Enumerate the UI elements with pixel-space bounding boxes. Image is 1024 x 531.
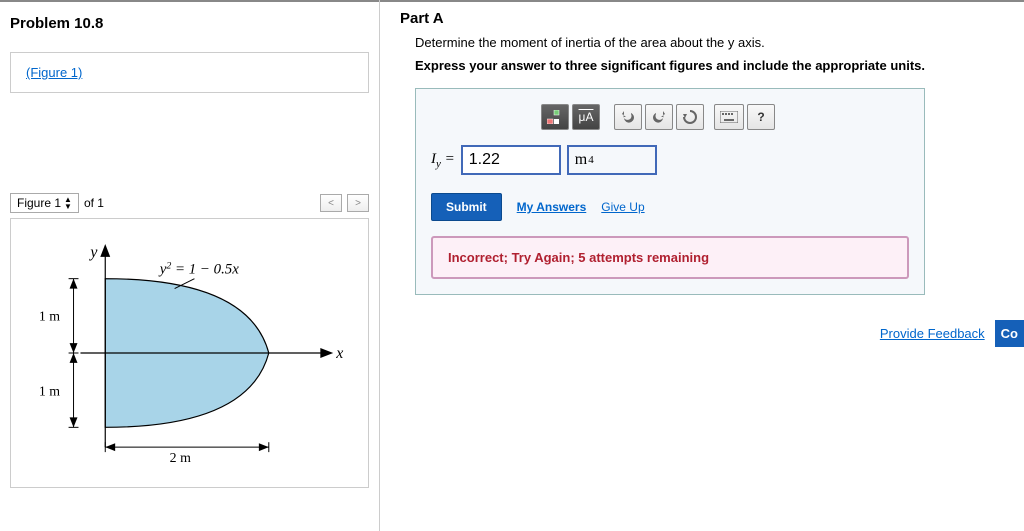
- part-title: Part A: [400, 10, 1004, 27]
- answer-box: μA ? Iy =: [415, 88, 925, 295]
- figure-select[interactable]: Figure 1 ▲▼: [10, 193, 79, 213]
- right-panel: Part A Determine the moment of inertia o…: [380, 0, 1024, 531]
- problem-title: Problem 10.8: [0, 10, 379, 42]
- redo-icon: [652, 111, 666, 123]
- template-button[interactable]: [541, 104, 569, 130]
- provide-feedback-link[interactable]: Provide Feedback: [880, 326, 985, 341]
- give-up-link[interactable]: Give Up: [601, 200, 644, 214]
- variable-label: Iy =: [431, 151, 455, 170]
- dim-1m-bot: 1 m: [39, 385, 60, 400]
- dim-2m: 2 m: [170, 451, 191, 466]
- reset-icon: [683, 110, 697, 124]
- submit-button[interactable]: Submit: [431, 193, 502, 221]
- figure-link[interactable]: (Figure 1): [26, 65, 82, 80]
- footer-links: Provide Feedback Co: [880, 320, 1024, 347]
- y-axis-label: y: [88, 244, 98, 261]
- left-panel: Problem 10.8 (Figure 1) Figure 1 ▲▼ of 1…: [0, 0, 380, 531]
- undo-icon: [621, 111, 635, 123]
- figure-next-button[interactable]: >: [347, 194, 369, 212]
- figure-select-label: Figure 1: [17, 196, 61, 210]
- dim-1m-top: 1 m: [39, 309, 60, 324]
- figure-count: of 1: [84, 196, 104, 210]
- continue-button[interactable]: Co: [995, 320, 1024, 347]
- my-answers-link[interactable]: My Answers: [517, 200, 587, 214]
- parabola-equation: y2 = 1 − 0.5x: [158, 261, 239, 278]
- units-button[interactable]: μA: [572, 104, 600, 130]
- prompt-text: Determine the moment of inertia of the a…: [415, 35, 1004, 50]
- instruction-text: Express your answer to three significant…: [415, 58, 1004, 73]
- keyboard-icon: [720, 111, 738, 123]
- answer-input-row: Iy = m4: [431, 145, 909, 175]
- figure-prev-button[interactable]: <: [320, 194, 342, 212]
- figure-link-box: (Figure 1): [10, 52, 369, 93]
- answer-toolbar: μA ?: [541, 104, 909, 130]
- help-button[interactable]: ?: [747, 104, 775, 130]
- unit-input[interactable]: m4: [567, 145, 657, 175]
- redo-button[interactable]: [645, 104, 673, 130]
- value-input[interactable]: [461, 145, 561, 175]
- feedback-message: Incorrect; Try Again; 5 attempts remaini…: [431, 236, 909, 279]
- x-axis-label: x: [335, 345, 343, 362]
- submit-row: Submit My Answers Give Up: [431, 193, 909, 221]
- undo-button[interactable]: [614, 104, 642, 130]
- figure-image: y x y2 = 1 − 0.5x 1 m: [10, 218, 369, 488]
- updown-icon: ▲▼: [64, 196, 72, 210]
- figure-navigator: Figure 1 ▲▼ of 1 < >: [10, 193, 369, 213]
- keyboard-button[interactable]: [714, 104, 744, 130]
- reset-button[interactable]: [676, 104, 704, 130]
